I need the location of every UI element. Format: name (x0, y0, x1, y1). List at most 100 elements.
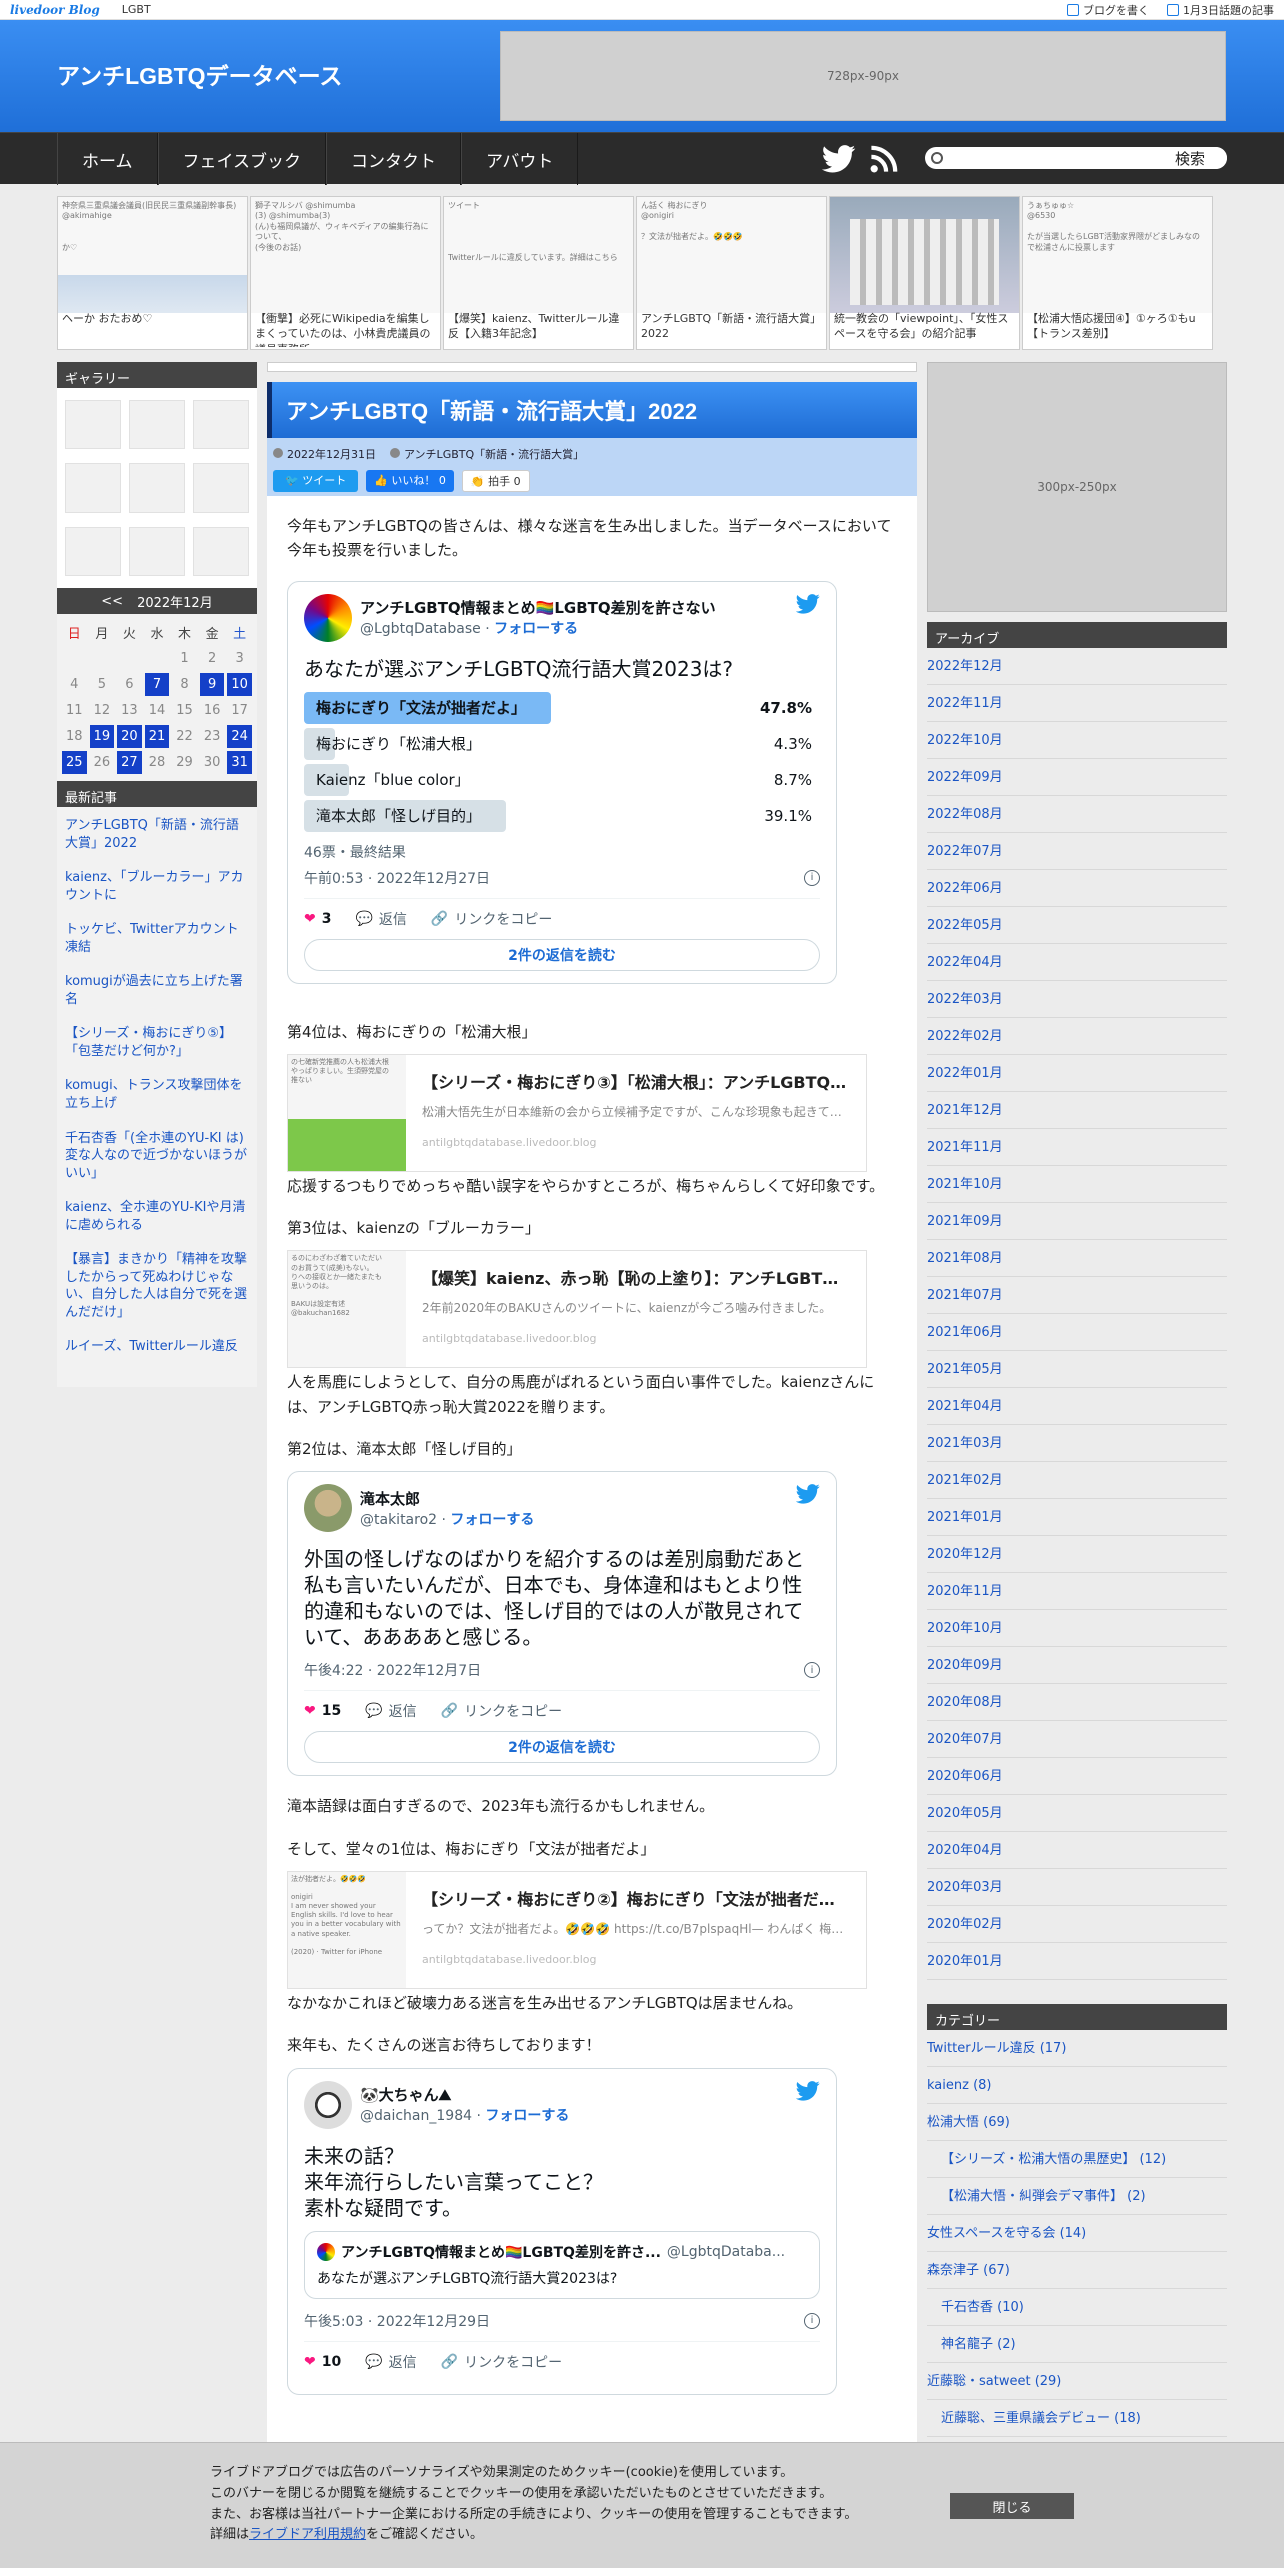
archive-link[interactable]: 2022年04月 (927, 944, 1227, 981)
twitter-icon[interactable] (796, 593, 820, 614)
recent-post-link[interactable]: 【暴言】まきかり「精神を攻撃したからって死ぬわけじゃない、自分した人は自分で死を… (65, 1251, 249, 1321)
timestamp-text[interactable]: 午後4:22 · 2022年12月7日 (304, 1660, 481, 1680)
card-title[interactable]: 【爆笑】kaienz、赤っ恥【恥の上塗り】：アンチLGBTQデータベース (422, 1265, 850, 1289)
cookie-close-button[interactable]: 閉じる (950, 2493, 1074, 2519)
category-link[interactable]: 松浦大悟 (69) (927, 2104, 1227, 2141)
read-replies-button[interactable]: 2件の返信を読む (304, 1731, 820, 1764)
pickup-card[interactable]: ツイート Twitterルールに違反しています。詳細はこちら 【爆笑】kaienz… (443, 196, 634, 350)
rss-icon[interactable] (870, 145, 898, 173)
category-link[interactable]: 千石杏香 (10) (927, 2289, 1227, 2326)
avatar[interactable] (304, 2080, 352, 2129)
category-link[interactable]: 近藤聡、三重県議会デビュー (18) (927, 2400, 1227, 2437)
calendar-day[interactable]: 24 (227, 725, 252, 748)
copy-link-action[interactable]: 🔗 リンクをコピー (441, 2352, 562, 2372)
archive-link[interactable]: 2020年06月 (927, 1758, 1227, 1795)
calendar-day[interactable]: 19 (89, 725, 115, 748)
recent-post-link[interactable]: komugiが過去に立ち上げた署名 (65, 973, 249, 1008)
archive-link[interactable]: 2022年08月 (927, 796, 1227, 833)
copy-link-action[interactable]: 🔗 リンクをコピー (431, 909, 552, 929)
topbar-tag[interactable]: LGBT (122, 3, 151, 16)
archive-link[interactable]: 2022年09月 (927, 759, 1227, 796)
embedded-tweet[interactable]: 🐼大ちゃん⛰ @daichan_1984 · フォローする 未来の話？ 来年流行… (287, 2067, 837, 2395)
livedoor-blog-logo[interactable]: livedoor Blog (10, 3, 100, 17)
gallery-thumb[interactable] (65, 463, 121, 513)
category-link[interactable]: 【シリーズ・松浦大悟の黒歴史】 (12) (927, 2141, 1227, 2178)
recent-post-link[interactable]: アンチLGBTQ「新語・流行語大賞」2022 (65, 817, 249, 852)
follow-link[interactable]: フォローする (485, 2108, 569, 2124)
recent-post-link[interactable]: kaienz、「ブルーカラー」アカウントに (65, 869, 249, 904)
archive-link[interactable]: 2022年06月 (927, 870, 1227, 907)
archive-link[interactable]: 2021年02月 (927, 1462, 1227, 1499)
follow-link[interactable]: フォローする (450, 1512, 534, 1528)
card-title[interactable]: 【シリーズ・梅おにぎり②】梅おにぎり「文法が拙者だよ」：アンチLGBTQデータベ… (422, 1886, 850, 1910)
category-link[interactable]: 女性スペースを守る会 (14) (927, 2215, 1227, 2252)
recent-post-link[interactable]: kaienz、全ホ連のYU-KIや月清に虐められる (65, 1199, 249, 1234)
search-button[interactable]: 検索 (1152, 147, 1227, 169)
copy-link-action[interactable]: 🔗 リンクをコピー (441, 1701, 562, 1721)
calendar-day[interactable]: 25 (62, 751, 87, 774)
reply-action[interactable]: 💬 返信 (365, 1701, 416, 1721)
gallery-thumb[interactable] (193, 463, 249, 513)
calendar-day[interactable]: 31 (227, 751, 252, 774)
archive-link[interactable]: 2022年11月 (927, 685, 1227, 722)
twitter-icon[interactable] (796, 1484, 820, 1504)
archive-link[interactable]: 2020年11月 (927, 1573, 1227, 1610)
archive-link[interactable]: 2020年04月 (927, 1832, 1227, 1869)
archive-link[interactable]: 2020年12月 (927, 1536, 1227, 1573)
recent-post-link[interactable]: トッケビ、Twitterアカウント凍結 (65, 921, 249, 956)
nav-item[interactable]: アバウト (461, 133, 579, 185)
archive-link[interactable]: 2022年10月 (927, 722, 1227, 759)
archive-link[interactable]: 2021年07月 (927, 1277, 1227, 1314)
info-icon[interactable]: i (804, 869, 820, 886)
avatar[interactable] (304, 1484, 352, 1533)
like-action[interactable]: ❤ 15 (304, 1703, 341, 1719)
archive-link[interactable]: 2022年03月 (927, 981, 1227, 1018)
info-icon[interactable]: i (804, 1662, 820, 1679)
archive-link[interactable]: 2020年08月 (927, 1684, 1227, 1721)
reply-action[interactable]: 💬 返信 (365, 2352, 416, 2372)
category-link[interactable]: 近藤聡・satweet (29) (927, 2363, 1227, 2400)
recent-post-link[interactable]: 千石杏香「(全ホ連のYU-KI は)変な人なので近づかないほうがいい」 (65, 1130, 249, 1183)
archive-link[interactable]: 2022年05月 (927, 907, 1227, 944)
recent-post-link[interactable]: komugi、トランス攻撃団体を立ち上げ (65, 1077, 249, 1112)
gallery-thumb[interactable] (193, 526, 249, 576)
embedded-tweet-poll[interactable]: アンチLGBTQ情報まとめ🏳️‍🌈LGBTQ差別を許さない @LgbtqData… (287, 580, 837, 984)
gallery-thumb[interactable] (193, 400, 249, 450)
like-action[interactable]: ❤ 10 (304, 2354, 341, 2370)
calendar-day[interactable]: 20 (117, 725, 142, 748)
archive-link[interactable]: 2021年09月 (927, 1203, 1227, 1240)
like-action[interactable]: ❤ 3 (304, 911, 331, 927)
site-title[interactable]: アンチLGBTQデータベース (57, 57, 342, 91)
avatar[interactable] (304, 593, 352, 642)
tweet-author-name[interactable]: アンチLGBTQ情報まとめ🏳️‍🌈LGBTQ差別を許さない (360, 597, 716, 618)
archive-link[interactable]: 2021年10月 (927, 1166, 1227, 1203)
calendar-day[interactable]: 27 (117, 751, 142, 774)
gallery-thumb[interactable] (129, 526, 185, 576)
archive-link[interactable]: 2021年06月 (927, 1314, 1227, 1351)
article-title[interactable]: アンチLGBTQ「新語・流行語大賞」2022 (267, 382, 917, 438)
read-replies-button[interactable]: 2件の返信を読む (304, 938, 820, 971)
archive-link[interactable]: 2020年07月 (927, 1721, 1227, 1758)
pickup-card[interactable]: 神奈県三重県議会議員(旧民民三重県議副幹事長) @akimahige か♡ ヘーか… (57, 196, 248, 350)
twitter-icon[interactable] (796, 2080, 820, 2101)
archive-link[interactable]: 2022年01月 (927, 1055, 1227, 1092)
archive-link[interactable]: 2020年09月 (927, 1647, 1227, 1684)
pickup-card[interactable]: ん話く 梅おにぎり @onigiri ？文法が拙者だよ。🤣🤣🤣 アンチLGBTQ「… (636, 196, 827, 350)
archive-link[interactable]: 2021年11月 (927, 1129, 1227, 1166)
link-card[interactable]: の七確新党推薦の人も松浦大根 やっぱりましい。生須野党屋の 推ない 【シリーズ・… (287, 1053, 867, 1172)
tweet-share-button[interactable]: 🐦 ツイート (273, 470, 359, 492)
archive-link[interactable]: 2021年04月 (927, 1388, 1227, 1425)
link-card[interactable]: るのにわざわざ着ていただい のお買うて(成美)もない。 りへの接収とか一緒たまた… (287, 1250, 867, 1369)
archive-link[interactable]: 2021年05月 (927, 1351, 1227, 1388)
write-blog-link[interactable]: ブログを書く (1067, 2, 1149, 18)
card-title[interactable]: 【シリーズ・梅おにぎり③】「松浦大根」：アンチLGBTQデータベース (422, 1069, 850, 1093)
article-category[interactable]: アンチLGBTQ「新語・流行語大賞」 (390, 446, 584, 462)
archive-link[interactable]: 2022年07月 (927, 833, 1227, 870)
fb-like-button[interactable]: 👍 いいね！ 0 (366, 470, 454, 492)
timestamp-text[interactable]: 午前0:53 · 2022年12月27日 (304, 868, 490, 888)
timestamp-text[interactable]: 午後5:03 · 2022年12月29日 (304, 2311, 490, 2331)
follow-link[interactable]: フォローする (494, 621, 578, 637)
archive-link[interactable]: 2022年12月 (927, 648, 1227, 685)
archive-link[interactable]: 2020年01月 (927, 1943, 1227, 1980)
calendar-day[interactable]: 10 (227, 673, 252, 696)
